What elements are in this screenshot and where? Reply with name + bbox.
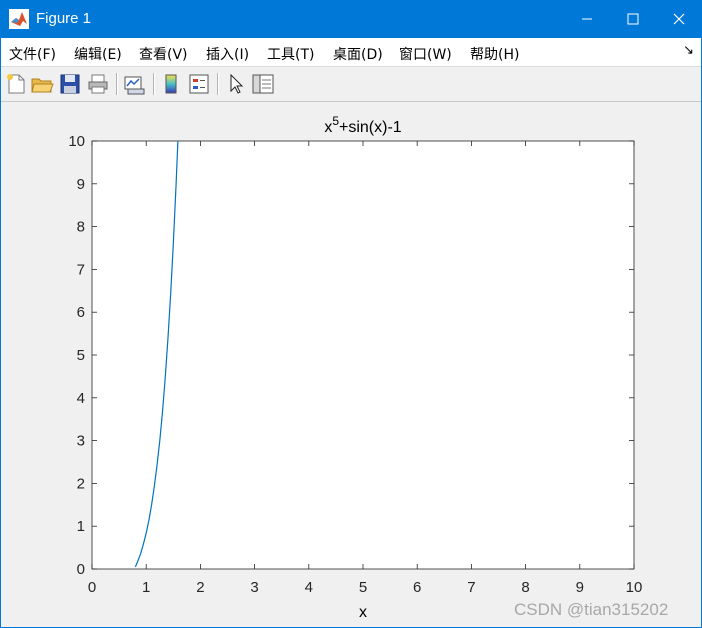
new-figure-icon[interactable] bbox=[4, 72, 28, 96]
chart-title: x5+sin(x)-1 bbox=[324, 114, 401, 136]
toolbar-separator bbox=[153, 73, 155, 95]
menu-file[interactable]: 文件(F) bbox=[9, 44, 56, 64]
x-tick-label: 3 bbox=[250, 579, 258, 596]
save-icon[interactable] bbox=[58, 72, 82, 96]
colorbar-icon[interactable] bbox=[159, 72, 183, 96]
open-file-icon[interactable] bbox=[30, 72, 54, 96]
toolbar-separator bbox=[116, 73, 118, 95]
y-tick-label: 10 bbox=[68, 133, 85, 150]
menu-window[interactable]: 窗口(W) bbox=[399, 44, 452, 64]
menu-help[interactable]: 帮助(H) bbox=[470, 44, 519, 64]
x-tick-label: 6 bbox=[413, 579, 421, 596]
pointer-icon[interactable] bbox=[224, 72, 248, 96]
y-tick-label: 5 bbox=[77, 347, 85, 364]
x-tick-label: 1 bbox=[142, 579, 150, 596]
window-title: Figure 1 bbox=[36, 10, 92, 27]
y-tick-label: 8 bbox=[77, 219, 85, 236]
plot-svg[interactable]: 0 1 2 3 4 5 6 7 8 9 10 0 1 2 3 4 5 6 7 8 9 10 x5+sin(x)-1 x bbox=[1, 102, 701, 626]
menu-desktop[interactable]: 桌面(D) bbox=[333, 44, 383, 64]
y-tick-label: 1 bbox=[77, 518, 85, 535]
minimize-button[interactable] bbox=[564, 0, 610, 38]
y-tick-label: 0 bbox=[77, 561, 85, 578]
x-tick-label: 4 bbox=[305, 579, 313, 596]
toolbar-separator bbox=[217, 73, 219, 95]
menu-bar: 文件(F) 编辑(E) 查看(V) 插入(I) 工具(T) 桌面(D) 窗口(W… bbox=[0, 38, 702, 67]
y-tick-label: 4 bbox=[77, 390, 85, 407]
menu-tools[interactable]: 工具(T) bbox=[267, 44, 314, 64]
dock-arrow-icon[interactable]: ↘ bbox=[683, 43, 694, 58]
figure-canvas: 0 1 2 3 4 5 6 7 8 9 10 0 1 2 3 4 5 6 7 8 9 10 x5+sin(x)-1 x bbox=[1, 102, 701, 626]
y-tick-label: 7 bbox=[77, 261, 85, 278]
link-plot-icon[interactable] bbox=[122, 72, 146, 96]
maximize-icon bbox=[627, 13, 639, 25]
chart-title-base: x bbox=[324, 119, 332, 136]
menu-view[interactable]: 查看(V) bbox=[139, 44, 188, 64]
x-tick-label: 9 bbox=[576, 579, 584, 596]
y-tick-label: 3 bbox=[77, 433, 85, 450]
y-tick-label: 6 bbox=[77, 304, 85, 321]
x-tick-label: 7 bbox=[467, 579, 475, 596]
print-icon[interactable] bbox=[86, 72, 110, 96]
x-tick-label: 2 bbox=[196, 579, 204, 596]
watermark-text: CSDN @tian315202 bbox=[514, 600, 669, 619]
property-editor-icon[interactable] bbox=[251, 72, 275, 96]
x-tick-label: 8 bbox=[521, 579, 529, 596]
matlab-logo-icon bbox=[9, 9, 29, 29]
minimize-icon bbox=[582, 18, 592, 20]
x-tick-label: 5 bbox=[359, 579, 367, 596]
menu-edit[interactable]: 编辑(E) bbox=[74, 44, 122, 64]
x-tick-label: 10 bbox=[626, 579, 643, 596]
window-border-left bbox=[0, 38, 1, 628]
toolbar bbox=[0, 67, 702, 102]
axes-background bbox=[91, 140, 635, 570]
y-tick-label: 2 bbox=[77, 475, 85, 492]
x-axis-label: x bbox=[359, 604, 367, 621]
legend-icon[interactable] bbox=[187, 72, 211, 96]
title-bar[interactable]: Figure 1 bbox=[0, 0, 702, 38]
y-tick-label: 9 bbox=[77, 176, 85, 193]
close-button[interactable] bbox=[656, 0, 702, 38]
x-tick-label: 0 bbox=[88, 579, 96, 596]
menu-insert[interactable]: 插入(I) bbox=[206, 44, 249, 64]
maximize-button[interactable] bbox=[610, 0, 656, 38]
close-icon bbox=[673, 13, 685, 25]
chart-title-rest: +sin(x)-1 bbox=[339, 119, 402, 136]
